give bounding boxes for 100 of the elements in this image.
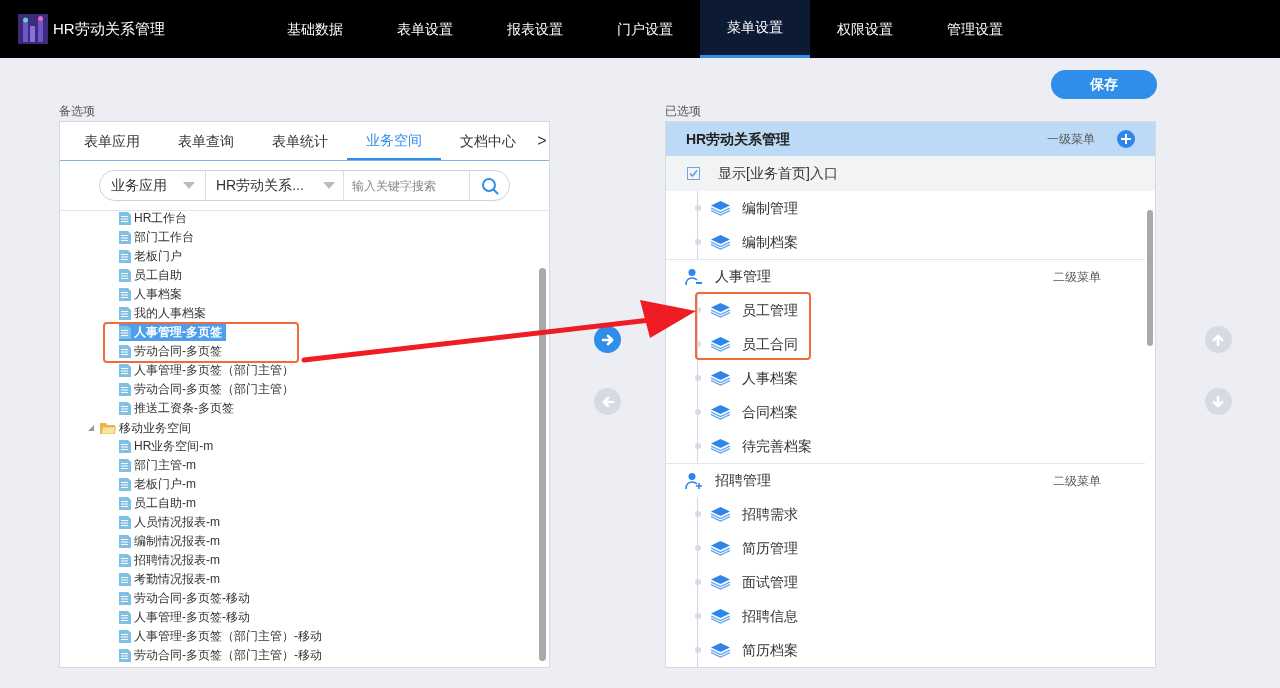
tree-item[interactable]: 人员情况报表-m bbox=[119, 514, 224, 531]
document-icon bbox=[119, 649, 131, 662]
document-icon bbox=[119, 383, 131, 396]
category-tab[interactable]: 业务空间 bbox=[347, 122, 441, 160]
tree-item[interactable]: HR业务空间-m bbox=[119, 438, 218, 455]
document-icon bbox=[119, 478, 131, 491]
tree-item[interactable]: 编制情况报表-m bbox=[119, 533, 224, 550]
category-tab[interactable]: 表单查询 bbox=[159, 122, 253, 160]
document-icon bbox=[119, 611, 131, 624]
logo-icon bbox=[18, 14, 48, 44]
document-icon bbox=[119, 345, 131, 358]
nav-tab[interactable]: 门户设置 bbox=[590, 0, 700, 58]
expand-toggle[interactable] bbox=[88, 424, 94, 431]
tree-item[interactable]: 招聘情况报表-m bbox=[119, 552, 224, 569]
tree-item[interactable]: 员工自助-m bbox=[119, 495, 200, 512]
root-menu-title: HR劳动关系管理 bbox=[686, 129, 792, 149]
tree-item[interactable]: 劳动合同-多页签（部门主管） bbox=[119, 381, 298, 398]
tree-item[interactable]: 老板门户 bbox=[119, 248, 186, 265]
person-add-icon bbox=[685, 471, 703, 490]
nav-tab[interactable]: 管理设置 bbox=[920, 0, 1030, 58]
tree-item[interactable]: 推送工资条-多页签 bbox=[119, 400, 238, 417]
layers-icon bbox=[711, 540, 730, 556]
menu-level-label: 一级菜单 bbox=[1047, 131, 1095, 148]
document-icon bbox=[119, 630, 131, 643]
nav-tab[interactable]: 表单设置 bbox=[370, 0, 480, 58]
layers-icon bbox=[711, 302, 730, 318]
add-icon[interactable] bbox=[1117, 130, 1135, 148]
scrollbar[interactable] bbox=[1147, 210, 1153, 346]
tree-item[interactable]: 人事档案 bbox=[119, 286, 186, 303]
menu-item-label[interactable]: 面试管理 bbox=[742, 571, 798, 593]
tree-item[interactable]: 劳动合同-多页签（部门主管）-移动 bbox=[119, 647, 326, 664]
app-title: HR劳动关系管理 bbox=[53, 18, 165, 39]
nav-tab[interactable]: 权限设置 bbox=[810, 0, 920, 58]
tree-item[interactable]: 人事管理-多页签（部门主管）-移动 bbox=[119, 628, 326, 645]
section-title: 招聘管理 bbox=[715, 471, 772, 490]
menu-level-label: 二级菜单 bbox=[1053, 472, 1101, 490]
folder-icon bbox=[100, 421, 116, 434]
tree-item[interactable]: 人事管理-多页签（部门主管） bbox=[119, 362, 298, 379]
menu-item-label[interactable]: 员工合同 bbox=[742, 333, 798, 355]
tree-item[interactable]: 员工自助 bbox=[119, 267, 186, 284]
checkbox-label: 显示[业务首页]入口 bbox=[718, 164, 838, 183]
move-right-button[interactable] bbox=[594, 326, 621, 353]
layers-icon bbox=[711, 200, 730, 216]
document-icon bbox=[119, 288, 131, 301]
document-icon bbox=[119, 326, 131, 339]
menu-item-label[interactable]: 合同档案 bbox=[742, 401, 798, 423]
category-tab[interactable]: 表单应用 bbox=[65, 122, 159, 160]
document-icon bbox=[119, 535, 131, 548]
tree-item[interactable]: 部门工作台 bbox=[119, 229, 198, 246]
menu-item-label[interactable]: 人事档案 bbox=[742, 367, 798, 389]
tree-item[interactable]: 考勤情况报表-m bbox=[119, 571, 224, 588]
menu-item-label[interactable]: 简历管理 bbox=[742, 537, 798, 559]
document-icon bbox=[119, 554, 131, 567]
category-tab[interactable]: 文档中心 bbox=[441, 122, 535, 160]
search-field[interactable]: 输入关键字搜索 bbox=[343, 171, 470, 200]
section-title: 人事管理 bbox=[715, 267, 772, 286]
menu-item-label[interactable]: 待完善档案 bbox=[742, 435, 812, 457]
layers-icon bbox=[711, 608, 730, 624]
document-icon bbox=[119, 573, 131, 586]
menu-item-label[interactable]: 简历档案 bbox=[742, 639, 798, 661]
document-icon bbox=[119, 516, 131, 529]
document-icon bbox=[119, 497, 131, 510]
checkbox[interactable] bbox=[687, 167, 700, 180]
layers-icon bbox=[711, 404, 730, 420]
document-icon bbox=[119, 250, 131, 263]
document-icon bbox=[119, 402, 131, 415]
layers-icon bbox=[711, 438, 730, 454]
nav-tab[interactable]: 报表设置 bbox=[480, 0, 590, 58]
menu-item-label[interactable]: 招聘信息 bbox=[742, 605, 798, 627]
menu-item-label[interactable]: 编制管理 bbox=[742, 197, 798, 219]
tree-item[interactable]: 移动业务空间 bbox=[100, 418, 191, 437]
layers-icon bbox=[711, 574, 730, 590]
scrollbar[interactable] bbox=[539, 268, 546, 661]
tree-item[interactable]: HR工作台 bbox=[119, 211, 192, 227]
document-icon bbox=[119, 459, 131, 472]
category-tab[interactable]: 表单统计 bbox=[253, 122, 347, 160]
menu-item-label[interactable]: 编制档案 bbox=[742, 231, 798, 253]
tree-item[interactable]: 部门主管-m bbox=[119, 457, 200, 474]
nav-tab[interactable]: 菜单设置 bbox=[700, 0, 810, 58]
category-select[interactable]: 业务应用 bbox=[100, 171, 206, 200]
tree-item[interactable]: 劳动合同-多页签-移动 bbox=[119, 590, 254, 607]
tree-item[interactable]: 我的人事档案 bbox=[119, 305, 210, 322]
tree-item[interactable]: 人事管理-多页签-移动 bbox=[119, 609, 254, 626]
tree-item[interactable]: 劳动合同-多页签 bbox=[119, 343, 226, 360]
document-icon bbox=[119, 592, 131, 605]
menu-item-label[interactable]: 招聘需求 bbox=[742, 503, 798, 525]
person-icon bbox=[685, 267, 703, 286]
layers-icon bbox=[711, 234, 730, 250]
document-icon bbox=[119, 364, 131, 377]
tree-item[interactable]: 老板门户-m bbox=[119, 476, 200, 493]
menu-item-label[interactable]: 员工管理 bbox=[742, 299, 798, 321]
layers-icon bbox=[711, 336, 730, 352]
document-icon bbox=[119, 231, 131, 244]
document-icon bbox=[119, 307, 131, 320]
document-icon bbox=[119, 269, 131, 282]
app-select[interactable]: HR劳动关系... bbox=[206, 171, 343, 200]
panel-label: 备选项 bbox=[59, 103, 96, 120]
more-tabs-button[interactable]: > bbox=[535, 122, 549, 160]
nav-tab[interactable]: 基础数据 bbox=[260, 0, 370, 58]
search-icon bbox=[480, 176, 499, 195]
